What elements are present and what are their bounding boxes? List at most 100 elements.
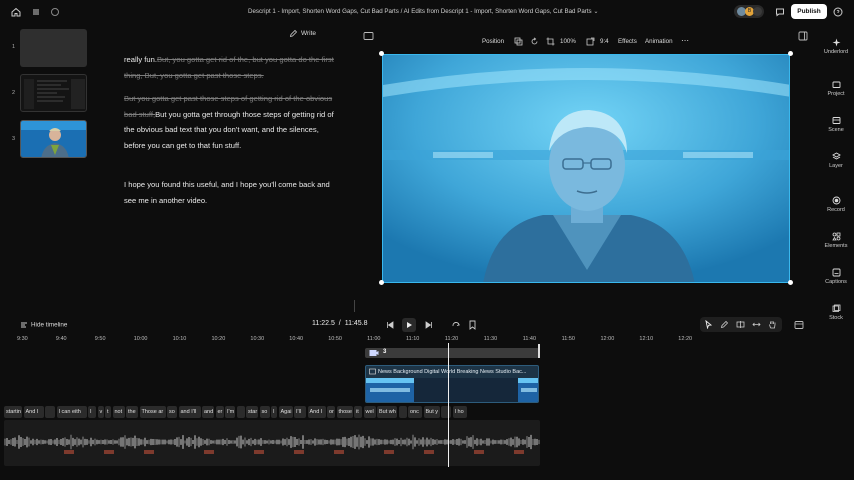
transcript-word[interactable]: and bbox=[202, 406, 214, 418]
select-tool-icon[interactable] bbox=[704, 320, 713, 329]
playhead[interactable] bbox=[448, 343, 449, 467]
script-paragraph[interactable]: really fun.But, you gotta get rid of the… bbox=[124, 52, 336, 83]
publish-button[interactable]: Publish bbox=[791, 4, 827, 19]
transcript-word[interactable] bbox=[45, 406, 55, 418]
scene-number: 2 bbox=[12, 90, 16, 96]
video-clip[interactable]: News Background Digital World Breaking N… bbox=[365, 365, 539, 403]
transcript-word[interactable]: I'll bbox=[294, 406, 306, 418]
zoom-level[interactable]: 100% bbox=[560, 38, 576, 45]
script-paragraph[interactable]: But you gotta get past those steps of ge… bbox=[124, 91, 336, 153]
transcript-word[interactable]: I ho bbox=[452, 406, 467, 418]
more-options-icon[interactable]: ⋯ bbox=[681, 36, 689, 45]
skip-forward-icon[interactable] bbox=[424, 320, 434, 330]
comments-icon[interactable] bbox=[774, 6, 786, 18]
scene-track-block[interactable]: 3 bbox=[365, 348, 539, 358]
write-button[interactable]: Write bbox=[289, 29, 316, 38]
transcript-word[interactable] bbox=[441, 406, 451, 418]
replace-icon[interactable] bbox=[514, 37, 523, 46]
resize-handle[interactable] bbox=[379, 280, 384, 285]
transcript-word[interactable]: wel bbox=[363, 406, 376, 418]
scene-end-handle[interactable] bbox=[538, 344, 540, 358]
scene-thumbnail-selected[interactable] bbox=[20, 120, 87, 158]
panel-divider[interactable] bbox=[354, 300, 355, 312]
transcript-word[interactable]: Agai bbox=[278, 406, 293, 418]
home-icon[interactable] bbox=[10, 6, 22, 18]
stretch-tool-icon[interactable] bbox=[752, 320, 761, 329]
blade-tool-icon[interactable] bbox=[736, 320, 745, 329]
transcript-word[interactable]: Those ar bbox=[139, 406, 166, 418]
effects-button[interactable]: Effects bbox=[618, 38, 637, 45]
sidebar-item-project[interactable]: Project bbox=[818, 80, 854, 97]
transcript-word[interactable]: and I'll bbox=[178, 406, 201, 418]
scene-icon bbox=[832, 117, 840, 124]
scene-thumbnail[interactable] bbox=[20, 29, 87, 67]
scene-thumbnail[interactable] bbox=[20, 74, 87, 112]
collaborators[interactable]: B bbox=[734, 5, 764, 18]
hide-timeline-button[interactable]: Hide timeline bbox=[20, 321, 67, 329]
sidebar-item-record[interactable]: Record bbox=[818, 196, 854, 213]
sidebar-item-stock[interactable]: Stock bbox=[818, 304, 854, 321]
resize-handle[interactable] bbox=[788, 51, 793, 56]
ruler-tick-label: 10:30 bbox=[250, 336, 265, 342]
fit-canvas-icon[interactable] bbox=[363, 31, 374, 41]
transcript-word[interactable]: startin bbox=[4, 406, 22, 418]
sidebar-item-underlord[interactable]: Underlord bbox=[818, 38, 854, 55]
transcript-word[interactable]: or bbox=[327, 406, 335, 418]
sidebar-item-layer[interactable]: Layer bbox=[818, 152, 854, 169]
transcript-word[interactable]: it bbox=[354, 406, 362, 418]
transcript-word[interactable] bbox=[236, 406, 245, 418]
pen-tool-icon[interactable] bbox=[720, 320, 729, 329]
bookmark-icon[interactable] bbox=[468, 320, 477, 330]
skip-back-icon[interactable] bbox=[385, 320, 395, 330]
transcript-word[interactable]: And I bbox=[23, 406, 44, 418]
panel-toggle-icon[interactable] bbox=[798, 31, 808, 41]
sidebar-item-elements[interactable]: Elements bbox=[818, 232, 854, 249]
sidebar-item-captions[interactable]: Captions bbox=[818, 268, 854, 285]
menu-icon[interactable] bbox=[30, 6, 42, 18]
timeline-ruler[interactable]: 9:30 9:40 9:50 10:00 10:10 10:20 10:30 10:40 10:… bbox=[0, 336, 818, 346]
animation-button[interactable]: Animation bbox=[645, 38, 673, 45]
transcript-word[interactable]: not bbox=[112, 406, 125, 418]
video-canvas[interactable] bbox=[382, 54, 790, 283]
resize-icon[interactable] bbox=[586, 37, 595, 46]
transcript-word[interactable]: But y bbox=[423, 406, 440, 418]
position-button[interactable]: Position bbox=[482, 38, 504, 45]
transcript-word[interactable]: But wh bbox=[377, 406, 397, 418]
rotate-icon[interactable] bbox=[530, 37, 539, 46]
stock-icon bbox=[832, 304, 840, 312]
transcript-word[interactable]: v bbox=[97, 406, 104, 418]
transcript-word[interactable]: And I bbox=[307, 406, 326, 418]
transcript-word[interactable]: so bbox=[259, 406, 270, 418]
ruler-tick-label: 12:10 bbox=[639, 336, 654, 342]
transcript-word[interactable]: I bbox=[88, 406, 96, 418]
document-breadcrumb[interactable]: Descript 1 - Import, Shorten Word Gaps, … bbox=[248, 8, 599, 15]
timeline-settings-icon[interactable] bbox=[794, 320, 804, 330]
resize-handle[interactable] bbox=[379, 51, 384, 56]
transcript-word[interactable]: I can eith bbox=[56, 406, 87, 418]
script-paragraph[interactable]: I hope you found this useful, and I hope… bbox=[124, 177, 336, 208]
transcript-word[interactable]: the bbox=[126, 406, 138, 418]
audio-waveform-track[interactable] bbox=[4, 420, 540, 466]
ruler-tick-label: 11:30 bbox=[483, 336, 498, 342]
sync-status-icon[interactable] bbox=[49, 6, 61, 18]
transcript-word[interactable]: I bbox=[271, 406, 277, 418]
transcript-word[interactable]: er bbox=[215, 406, 224, 418]
transcript-word[interactable]: star bbox=[246, 406, 258, 418]
hand-tool-icon[interactable] bbox=[768, 320, 777, 329]
aspect-ratio[interactable]: 9:4 bbox=[600, 38, 609, 45]
transcript-word[interactable]: so bbox=[167, 406, 177, 418]
resize-handle[interactable] bbox=[788, 280, 793, 285]
transcript-word[interactable]: I'm bbox=[225, 406, 235, 418]
transcript-word[interactable]: t bbox=[105, 406, 111, 418]
transcript-word[interactable]: those bbox=[336, 406, 353, 418]
play-button[interactable] bbox=[402, 318, 416, 332]
help-icon[interactable] bbox=[832, 6, 844, 18]
loop-icon[interactable] bbox=[451, 320, 461, 330]
transcript-word[interactable] bbox=[398, 406, 407, 418]
sidebar-item-scene[interactable]: Scene bbox=[818, 116, 854, 133]
transcript-word[interactable]: onc bbox=[408, 406, 422, 418]
crop-icon[interactable] bbox=[546, 37, 555, 46]
scene-list: 1 2 3 bbox=[0, 26, 112, 176]
avatar[interactable] bbox=[753, 7, 762, 16]
script-editor[interactable]: Write really fun.But, you gotta get rid … bbox=[118, 26, 354, 302]
